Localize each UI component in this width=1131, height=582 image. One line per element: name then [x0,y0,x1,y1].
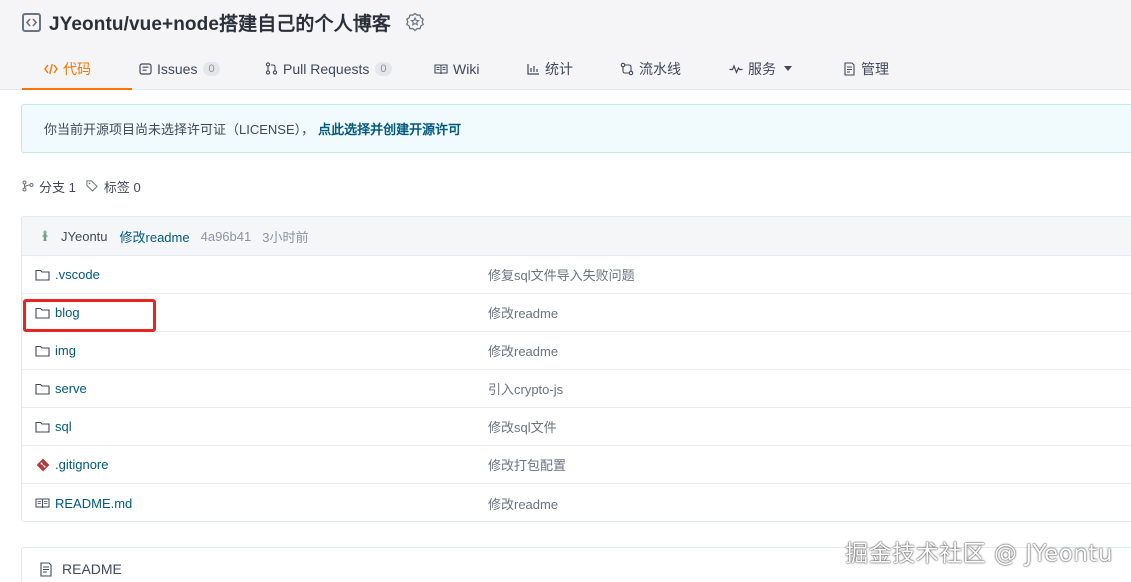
tab-issues[interactable]: Issues 0 [139,48,220,89]
table-row[interactable]: serve 引入crypto-js [22,370,1131,408]
tab-label: 流水线 [639,60,681,77]
table-row[interactable]: .gitignore 修改打包配置 [22,446,1131,484]
license-notice: 你当前开源项目尚未选择许可证（LICENSE）， 点此选择并创建开源许可 [21,104,1131,153]
folder-icon [35,305,50,320]
file-tree-table: JYeontu 修改readme 4a96b41 3小时前 .vscode 修复… [21,216,1131,522]
branch-count-link[interactable]: 分支 1 [39,177,76,196]
table-row[interactable]: .vscode 修复sql文件导入失败问题 [22,256,1131,294]
tab-wiki[interactable]: Wiki [434,48,479,89]
bar-chart-icon [527,63,540,75]
file-name-link[interactable]: README.md [55,496,132,511]
settings-doc-icon [843,61,856,76]
file-commit-message[interactable]: 修改readme [488,494,558,513]
file-name-link[interactable]: sql [55,419,72,434]
folder-icon [35,381,50,396]
tag-count-link[interactable]: 标签 0 [104,177,141,196]
repo-meta: 分支 1 标签 0 [22,176,141,196]
tab-services[interactable]: 服务 [729,48,792,89]
repo-name[interactable]: JYeontu/vue+node搭建自己的个人博客 [49,9,391,36]
folder-icon [35,267,50,282]
file-name-link[interactable]: .gitignore [55,457,108,472]
file-commit-message[interactable]: 修改sql文件 [488,417,557,436]
recommend-badge-icon[interactable] [405,12,425,32]
code-icon [44,63,58,75]
pipeline-icon [620,62,634,76]
book-icon [434,63,448,75]
folder-icon [35,343,50,358]
license-notice-text: 你当前开源项目尚未选择许可证（LICENSE）， [44,122,315,137]
tab-label: Pull Requests [283,60,370,77]
commit-sha[interactable]: 4a96b41 [201,229,252,244]
repo-icon [22,12,41,32]
table-row[interactable]: blog 修改readme [22,294,1131,332]
repo-header: JYeontu/vue+node搭建自己的个人博客 代码 Issues 0 Pu… [0,0,1131,90]
tag-icon [86,180,99,192]
file-name-link[interactable]: img [55,343,76,358]
tab-label: Issues [157,60,198,77]
readme-title: README [62,561,122,577]
table-row[interactable]: README.md 修改readme [22,484,1131,522]
commit-time: 3小时前 [262,229,309,245]
folder-icon [35,419,50,434]
git-icon [35,457,50,472]
tab-stats[interactable]: 统计 [527,48,573,89]
book-icon [35,495,50,510]
tab-label: 服务 [748,60,776,77]
pull-requests-count-badge: 0 [375,61,392,76]
create-license-link[interactable]: 点此选择并创建开源许可 [318,119,461,138]
file-name-link[interactable]: blog [55,305,80,320]
tab-pull-requests[interactable]: Pull Requests 0 [265,48,392,89]
active-tab-underline [22,88,132,90]
file-name-link[interactable]: serve [55,381,87,396]
commit-author[interactable]: JYeontu [61,229,108,244]
file-commit-message[interactable]: 修改打包配置 [488,455,566,474]
watermark-text: 掘金技术社区 @ JYeontu [845,541,1113,567]
tab-label: 代码 [63,60,91,77]
commit-message-link[interactable]: 修改readme [120,227,190,246]
book-icon [39,562,53,577]
pull-request-icon [265,62,278,75]
tab-label: 管理 [861,60,889,77]
tab-label: 统计 [545,60,573,77]
tab-code[interactable]: 代码 [44,48,91,89]
issues-count-badge: 0 [203,61,220,76]
file-commit-message[interactable]: 修改readme [488,341,558,360]
file-name-link[interactable]: .vscode [55,267,100,282]
latest-commit-bar: JYeontu 修改readme 4a96b41 3小时前 [22,217,1131,256]
file-commit-message[interactable]: 修复sql文件导入失败问题 [488,265,635,284]
pulse-icon [729,63,743,74]
file-commit-message[interactable]: 引入crypto-js [488,379,563,398]
file-commit-message[interactable]: 修改readme [488,303,558,322]
table-row[interactable]: img 修改readme [22,332,1131,370]
issues-icon [139,62,152,75]
table-row[interactable]: sql 修改sql文件 [22,408,1131,446]
tab-label: Wiki [453,60,480,77]
chevron-down-icon [784,66,792,71]
tab-manage[interactable]: 管理 [843,48,889,89]
branch-icon [22,180,34,192]
tab-pipeline[interactable]: 流水线 [620,48,681,89]
avatar[interactable] [39,229,51,243]
repo-title-bar: JYeontu/vue+node搭建自己的个人博客 [22,9,425,35]
